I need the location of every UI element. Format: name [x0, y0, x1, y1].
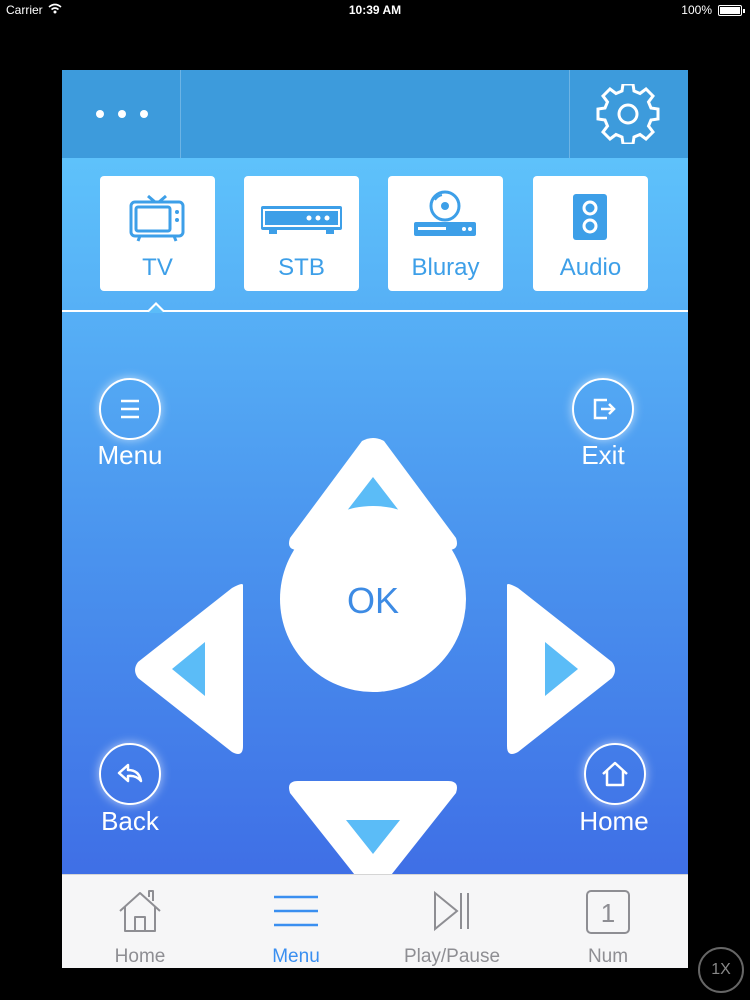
tab-label: Play/Pause: [403, 946, 501, 967]
back-button[interactable]: [99, 743, 161, 805]
battery-icon: [718, 5, 745, 16]
dpad-down-button[interactable]: [289, 781, 457, 874]
ellipsis-icon: [118, 110, 126, 118]
house-icon: [119, 890, 161, 932]
dpad-right-button[interactable]: [507, 584, 615, 754]
tab-label: Menu: [272, 946, 320, 967]
remote-app: TV STB Bluray Audio OK Menu Exit Back Ho…: [62, 70, 688, 968]
back-arrow-icon: [117, 763, 143, 783]
tab-home[interactable]: Home: [62, 875, 218, 968]
list-icon: [121, 399, 139, 419]
ok-label: OK: [346, 580, 399, 621]
zoom-toggle-button[interactable]: 1X: [698, 947, 744, 993]
more-button[interactable]: [62, 70, 182, 158]
gear-icon: [596, 84, 660, 144]
dpad-left-button[interactable]: [135, 584, 243, 754]
clock: 10:39 AM: [348, 3, 402, 17]
exit-label: Exit: [581, 440, 625, 470]
settings-button[interactable]: [570, 70, 688, 158]
play-pause-icon: [434, 890, 469, 932]
tab-play-pause[interactable]: Play/Pause: [374, 875, 530, 968]
menu-label: Menu: [97, 440, 163, 470]
tab-label: Num: [587, 946, 629, 967]
exit-button[interactable]: [572, 378, 634, 440]
back-label: Back: [101, 806, 159, 836]
status-bar: Carrier 10:39 AM 100%: [0, 0, 750, 22]
tab-menu[interactable]: Menu: [218, 875, 374, 968]
tab-label: Home: [114, 946, 166, 967]
ellipsis-icon: [140, 110, 148, 118]
top-bar: [62, 70, 688, 158]
battery-percentage: 100%: [681, 3, 712, 17]
tab-bar: Home Menu Play/Pause 1 Num: [62, 874, 688, 968]
ok-button[interactable]: OK: [280, 506, 466, 692]
number-pad-icon-text: 1: [601, 898, 615, 928]
house-icon: [602, 761, 628, 787]
remote-panel: TV STB Bluray Audio OK Menu Exit Back Ho…: [62, 158, 688, 874]
tab-num[interactable]: 1 Num: [530, 875, 686, 968]
hamburger-icon: [274, 895, 318, 927]
home-label: Home: [579, 806, 649, 836]
menu-button[interactable]: [99, 378, 161, 440]
home-button[interactable]: [584, 743, 646, 805]
ellipsis-icon: [96, 110, 104, 118]
number-pad-icon: 1: [586, 890, 630, 934]
header-divider: [180, 70, 181, 158]
exit-icon: [593, 398, 616, 420]
